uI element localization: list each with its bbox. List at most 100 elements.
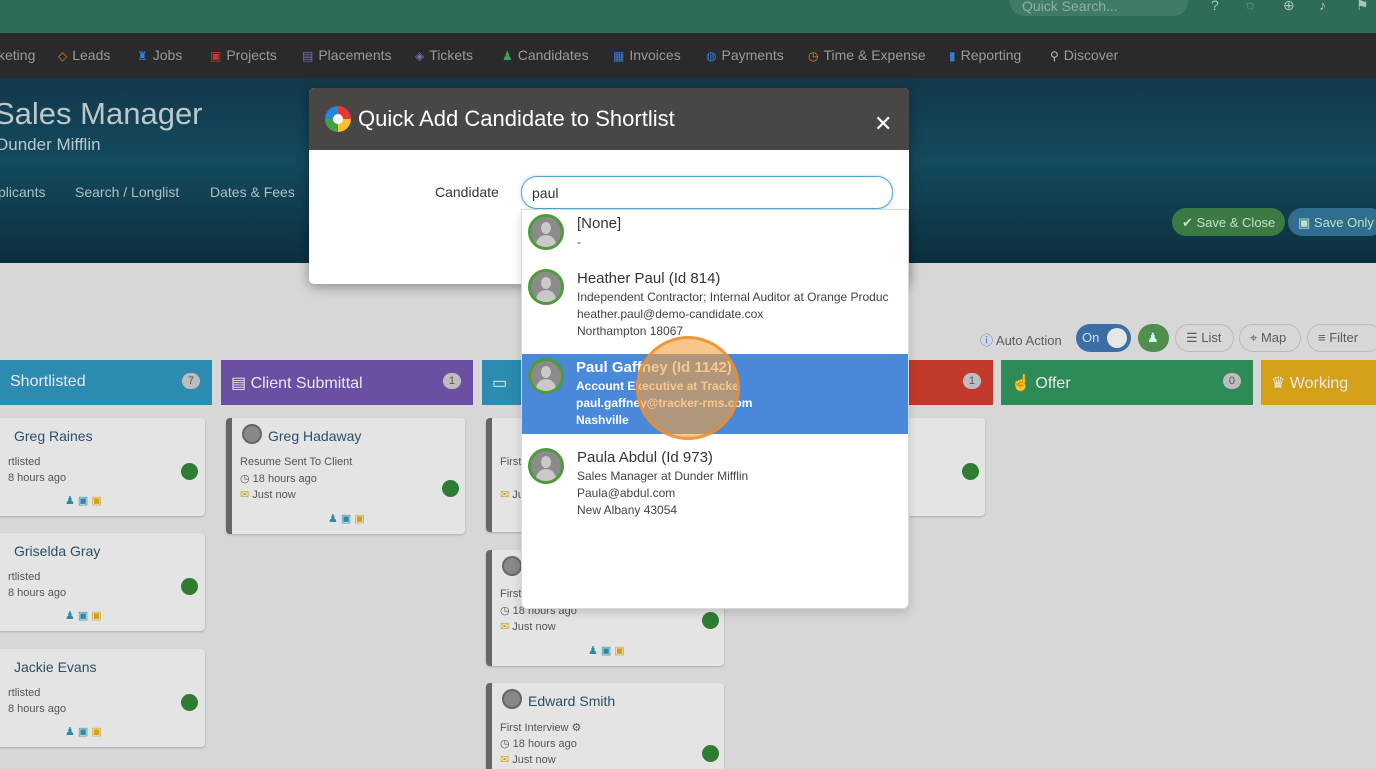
status-dot bbox=[181, 578, 198, 595]
candidate-option[interactable]: Paula Abdul (Id 973) Sales Manager at Du… bbox=[522, 444, 908, 533]
card-actions[interactable]: ♟ ▣ ▣ bbox=[65, 494, 102, 507]
avatar-icon bbox=[528, 448, 564, 484]
candidate-name[interactable]: Greg Hadaway bbox=[268, 428, 361, 444]
card-note: ✉ Just now bbox=[500, 621, 556, 633]
status-dot bbox=[181, 694, 198, 711]
help-icon: ⓘ bbox=[980, 333, 996, 348]
nav-leads[interactable]: ◇ Leads bbox=[58, 47, 110, 63]
nav-marketing[interactable]: keting bbox=[0, 47, 35, 63]
count-badge: 7 bbox=[181, 373, 200, 389]
save-icon: ▣ bbox=[1298, 215, 1314, 230]
nav-candidates[interactable]: ♟ Candidates bbox=[502, 47, 589, 63]
candidate-search-input[interactable] bbox=[521, 176, 893, 209]
candidate-view-button[interactable]: ♟ bbox=[1138, 324, 1169, 352]
option-email: heather.paul@demo-candidate.cox bbox=[577, 307, 764, 321]
card-note: ✉ Just now bbox=[240, 489, 296, 501]
candidate-label: Candidate bbox=[435, 184, 499, 200]
avatar bbox=[502, 556, 522, 576]
help-icon[interactable]: ? bbox=[1211, 0, 1219, 13]
card-status: rtlisted bbox=[8, 456, 41, 468]
nav-time-expense[interactable]: ◷ Time & Expense bbox=[808, 47, 926, 63]
card-status: First bbox=[500, 588, 522, 600]
save-close-button[interactable]: ✔ Save & Close bbox=[1172, 208, 1286, 236]
candidate-name[interactable]: Griselda Gray bbox=[14, 543, 100, 559]
card-status: First Interview ⚙ bbox=[500, 722, 582, 734]
card-status: rtlisted bbox=[8, 571, 41, 583]
auto-action-toggle[interactable]: On bbox=[1076, 324, 1131, 352]
clock-icon: ◷ bbox=[808, 49, 819, 63]
clock-icon: ◷ bbox=[240, 473, 253, 485]
filter-button[interactable]: ≡ Filter bbox=[1307, 324, 1376, 352]
close-icon[interactable]: ✕ bbox=[874, 113, 892, 135]
map-view-button[interactable]: ⌖ Map bbox=[1239, 324, 1301, 352]
candidate-card[interactable]: Greg Raines rtlisted 8 hours ago ♟ ▣ ▣ bbox=[0, 418, 205, 516]
chat-icon[interactable]: ◌ bbox=[1246, 0, 1254, 13]
job-title: Sales Manager bbox=[0, 96, 203, 131]
avatar bbox=[502, 689, 522, 709]
add-icon[interactable]: ⊕ bbox=[1283, 0, 1295, 14]
card-actions[interactable]: ♟ ▣ ▣ bbox=[328, 512, 365, 525]
app-logo-icon bbox=[325, 106, 351, 132]
chat-icon: ▭ bbox=[492, 375, 508, 392]
candidate-card[interactable]: Greg Hadaway Resume Sent To Client ◷ 18 … bbox=[226, 418, 465, 534]
column-header: ▤ Client Submittal 1 bbox=[221, 360, 473, 405]
card-status: Resume Sent To Client bbox=[240, 456, 353, 468]
trophy-icon: ♜ bbox=[137, 49, 148, 63]
mail-icon: ✉ bbox=[500, 754, 513, 766]
main-nav: keting ◇ Leads ♜ Jobs ▣ Projects ▤ Placement… bbox=[0, 33, 1376, 78]
card-actions[interactable]: ♟ ▣ ▣ bbox=[65, 609, 102, 622]
tab-search-longlist[interactable]: Search / Longlist bbox=[75, 184, 179, 200]
nav-jobs[interactable]: ♜ Jobs bbox=[137, 47, 182, 63]
payment-icon: ◍ bbox=[706, 49, 717, 63]
list-icon: ☰ bbox=[1186, 330, 1202, 345]
clock-icon: ◷ bbox=[500, 605, 513, 617]
chart-icon: ▮ bbox=[949, 49, 956, 63]
nav-placements[interactable]: ▤ Placements bbox=[302, 47, 392, 63]
quick-search-input[interactable]: Quick Search... bbox=[1010, 0, 1188, 16]
nav-reporting[interactable]: ▮ Reporting bbox=[949, 47, 1021, 63]
save-only-button[interactable]: ▣ Save Only bbox=[1288, 208, 1376, 236]
candidate-option[interactable]: Heather Paul (Id 814) Independent Contra… bbox=[522, 265, 908, 354]
status-dot bbox=[442, 480, 459, 497]
list-view-button[interactable]: ☰ List bbox=[1175, 324, 1234, 352]
nav-discover[interactable]: ⚲ Discover bbox=[1050, 47, 1118, 63]
card-actions[interactable]: ♟ ▣ ▣ bbox=[588, 644, 625, 657]
column-header: ♛ Working bbox=[1261, 360, 1376, 405]
job-company: Dunder Mifflin bbox=[0, 135, 101, 154]
top-bar: Quick Search... ? ◌ ⊕ ♪ ⚑ bbox=[0, 0, 1376, 33]
document-icon: ▤ bbox=[231, 375, 251, 392]
option-detail: - bbox=[577, 235, 581, 249]
column-header: Shortlisted 7 bbox=[0, 360, 212, 405]
candidate-card[interactable]: Jackie Evans rtlisted 8 hours ago ♟ ▣ ▣ bbox=[0, 649, 205, 747]
bell-icon[interactable]: ♪ bbox=[1319, 0, 1326, 13]
nav-projects[interactable]: ▣ Projects bbox=[210, 47, 277, 63]
avatar-icon bbox=[528, 269, 564, 305]
candidate-option[interactable]: [None] - bbox=[522, 210, 908, 265]
column-header: ☝ Offer 0 bbox=[1001, 360, 1253, 405]
candidate-name[interactable]: Jackie Evans bbox=[14, 659, 96, 675]
candidate-card[interactable]: Griselda Gray rtlisted 8 hours ago ♟ ▣ ▣ bbox=[0, 533, 205, 631]
modal-title: Quick Add Candidate to Shortlist bbox=[358, 106, 675, 131]
tab-applicants[interactable]: plicants bbox=[0, 184, 45, 200]
card-actions[interactable]: ♟ ▣ ▣ bbox=[65, 725, 102, 738]
search-icon: ⚲ bbox=[1050, 49, 1059, 63]
candidate-name[interactable]: Greg Raines bbox=[14, 428, 93, 444]
thumbs-up-icon: ☝ bbox=[1011, 375, 1036, 392]
flag-icon[interactable]: ⚑ bbox=[1356, 0, 1369, 14]
card-time: 8 hours ago bbox=[8, 472, 67, 484]
nav-tickets[interactable]: ◈ Tickets bbox=[415, 47, 473, 63]
candidate-card[interactable]: Edward Smith First Interview ⚙ ◷ 18 hour… bbox=[486, 683, 724, 769]
candidate-name[interactable]: Edward Smith bbox=[528, 693, 615, 709]
nav-invoices[interactable]: ▦ Invoices bbox=[613, 47, 681, 63]
option-detail: Sales Manager at Dunder Mifflin bbox=[577, 469, 749, 483]
tab-dates-fees[interactable]: Dates & Fees bbox=[210, 184, 295, 200]
filter-icon: ≡ bbox=[1318, 330, 1330, 345]
users-icon: ♟ bbox=[502, 49, 513, 63]
status-dot bbox=[702, 612, 719, 629]
gear-icon: ⚙ bbox=[568, 722, 582, 734]
nav-payments[interactable]: ◍ Payments bbox=[706, 47, 784, 63]
map-pin-icon: ⌖ bbox=[1250, 330, 1261, 345]
mail-icon: ✉ bbox=[500, 621, 513, 633]
suitcase-icon: ▤ bbox=[302, 49, 314, 63]
option-title: [None] bbox=[577, 215, 622, 232]
